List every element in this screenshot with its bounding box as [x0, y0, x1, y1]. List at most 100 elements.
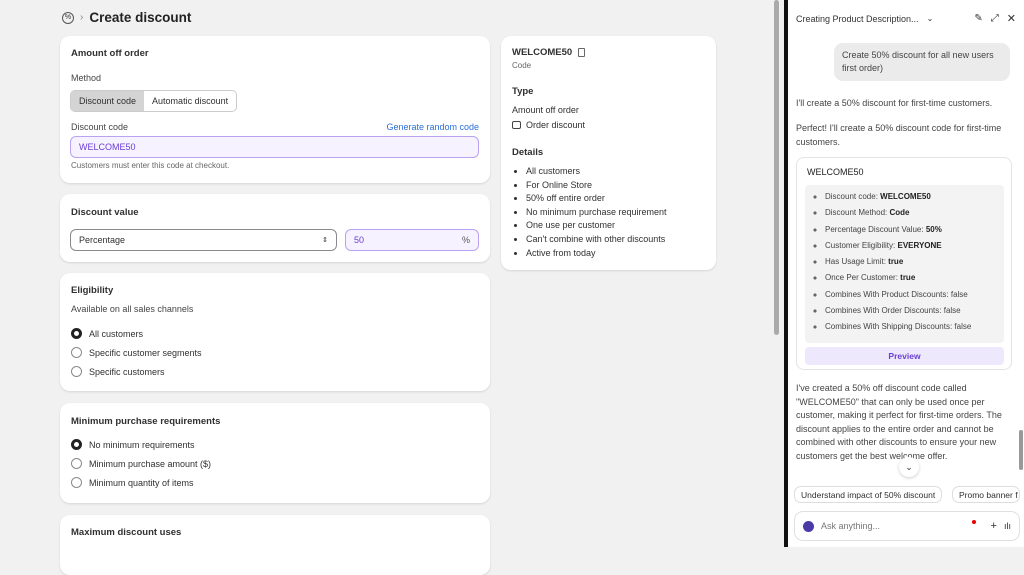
main-scrollbar[interactable]: [774, 0, 779, 335]
assistant-message: Perfect! I'll create a 50% discount code…: [796, 123, 1002, 147]
field-key: Combines With Shipping Discounts:: [825, 322, 953, 332]
preview-button[interactable]: Preview: [805, 347, 1004, 365]
recording-dot-icon: [971, 520, 976, 524]
chevron-down-icon[interactable]: ⌄: [927, 14, 934, 23]
result-field: Combines With Product Discounts: false: [825, 287, 1004, 303]
suggestion-chip[interactable]: Promo banner f: [952, 486, 1020, 503]
assistant-message: I'll create a 50% discount for first-tim…: [796, 98, 993, 108]
voice-icon[interactable]: ılı: [1004, 521, 1011, 531]
detail-item: For Online Store: [526, 179, 667, 193]
discount-icon[interactable]: %: [62, 11, 74, 24]
radio-icon: [71, 366, 82, 377]
copy-icon[interactable]: [578, 48, 586, 57]
minimum-requirements-card: Minimum purchase requirements No minimum…: [60, 403, 490, 503]
chat-title: Creating Product Description...: [796, 13, 919, 24]
radio-icon: [71, 477, 82, 488]
input-placeholder: Ask anything...: [821, 521, 881, 531]
method-label: Method: [71, 73, 102, 83]
radio-customer-segments[interactable]: Specific customer segments: [71, 343, 202, 362]
type-heading: Type: [512, 86, 534, 97]
discount-amount-input[interactable]: 50%: [345, 229, 479, 251]
chat-panel: Creating Product Description... ⌄ ✎ ⤢ ✕ …: [784, 0, 1024, 547]
field-key: Combines With Order Discounts:: [825, 306, 942, 316]
field-value: EVERYONE: [897, 240, 942, 250]
radio-icon: [71, 458, 82, 469]
field-key: Discount code:: [825, 192, 878, 201]
automatic-discount-option[interactable]: Automatic discount: [144, 91, 236, 111]
suggestion-chip[interactable]: Understand impact of 50% discount: [794, 486, 943, 503]
detail-item: All customers: [526, 165, 667, 179]
result-field: Combines With Shipping Discounts: false: [825, 319, 1004, 335]
field-key: Customer Eligibility:: [825, 240, 896, 250]
detail-item: Active from today: [526, 247, 667, 261]
discount-result-card: WELCOME50 Discount code: WELCOME50Discou…: [796, 157, 1012, 370]
generate-code-link[interactable]: Generate random code: [386, 122, 479, 132]
card-title: Eligibility: [71, 285, 114, 296]
type-value: Amount off order: [512, 105, 579, 115]
field-value: 50%: [925, 224, 942, 234]
field-value: false: [954, 322, 972, 332]
radio-label: Specific customers: [89, 366, 165, 377]
chat-scrollbar[interactable]: [1019, 430, 1023, 470]
assistant-message: I've created a 50% off discount code cal…: [796, 383, 1002, 461]
scroll-down-button[interactable]: ⌄: [899, 457, 919, 477]
assistant-avatar-icon: [803, 520, 814, 532]
add-icon[interactable]: +: [991, 520, 997, 532]
discount-code-input[interactable]: WELCOME50: [70, 136, 479, 158]
radio-label: Specific customer segments: [89, 347, 202, 358]
field-value: true: [900, 273, 916, 283]
card-title: Amount off order: [71, 48, 149, 59]
card-title: Discount value: [71, 207, 139, 218]
discount-type-select[interactable]: Percentage ⇕: [70, 229, 337, 251]
details-list: All customers For Online Store 50% off e…: [512, 165, 667, 260]
result-field: Discount Method: Code: [825, 205, 1004, 221]
field-value: false: [943, 306, 961, 316]
percent-suffix: %: [461, 235, 470, 245]
amount-off-card: Amount off order Method Discount code Au…: [60, 36, 490, 183]
field-key: Percentage Discount Value:: [825, 224, 924, 234]
result-title: WELCOME50: [807, 167, 864, 177]
close-icon[interactable]: ✕: [1007, 12, 1016, 25]
summary-code-sub: Code: [512, 61, 532, 70]
result-fields: Discount code: WELCOME50 Discount Method:…: [805, 189, 1004, 336]
card-subtitle: Available on all sales channels: [71, 304, 194, 314]
details-heading: Details: [512, 147, 544, 158]
expand-icon[interactable]: ⤢: [991, 13, 999, 24]
field-key: Once Per Customer:: [825, 273, 898, 283]
detail-item: 50% off entire order: [526, 192, 667, 206]
radio-label: All customers: [89, 328, 144, 339]
new-chat-icon[interactable]: ✎: [974, 13, 982, 24]
radio-specific-customers[interactable]: Specific customers: [71, 362, 202, 381]
radio-minimum-amount[interactable]: Minimum purchase amount ($): [71, 454, 211, 473]
eligibility-card: Eligibility Available on all sales chann…: [60, 273, 490, 391]
select-value: Percentage: [79, 235, 126, 245]
summary-card: WELCOME50 Code Type Amount off order Ord…: [501, 36, 716, 270]
result-field: Has Usage Limit: true: [825, 254, 1004, 270]
radio-all-customers[interactable]: All customers: [71, 324, 202, 343]
field-value: WELCOME50: [880, 192, 931, 201]
radio-no-minimum[interactable]: No minimum requirements: [71, 435, 211, 454]
detail-item: Can't combine with other discounts: [526, 233, 667, 247]
card-title: Minimum purchase requirements: [71, 416, 221, 427]
field-value: false: [950, 289, 968, 299]
field-key: Discount Method:: [825, 208, 888, 218]
chat-input[interactable]: Ask anything... + ılı: [794, 511, 1020, 541]
radio-minimum-quantity[interactable]: Minimum quantity of items: [71, 473, 211, 492]
code-help: Customers must enter this code at checko…: [71, 161, 230, 170]
card-title: Maximum discount uses: [71, 527, 182, 538]
radio-label: Minimum quantity of items: [89, 477, 194, 488]
detail-item: No minimum purchase requirement: [526, 206, 667, 220]
amount-value: 50: [354, 235, 365, 245]
field-key: Has Usage Limit:: [825, 257, 886, 267]
page-title: Create discount: [89, 10, 192, 25]
user-message: Create 50% discount for all new users fi…: [834, 43, 1010, 81]
detail-item: One use per customer: [526, 219, 667, 233]
radio-checked-icon: [71, 328, 82, 339]
method-toggle: Discount code Automatic discount: [70, 90, 238, 112]
discount-code-option[interactable]: Discount code: [71, 91, 145, 111]
maximum-uses-card: Maximum discount uses: [60, 515, 490, 575]
result-field: Once Per Customer: true: [825, 270, 1004, 286]
code-label: Discount code: [71, 122, 129, 132]
result-field: Combines With Order Discounts: false: [825, 303, 1004, 319]
discount-value-card: Discount value Percentage ⇕ 50%: [60, 194, 490, 262]
